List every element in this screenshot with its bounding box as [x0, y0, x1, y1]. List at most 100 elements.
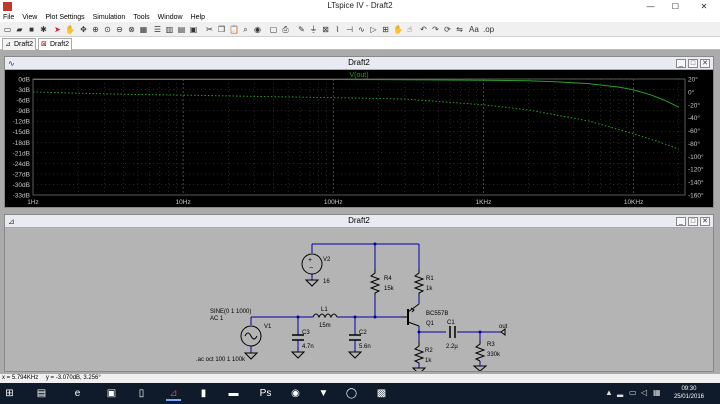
- zoom-out-icon[interactable]: ⊖: [115, 25, 124, 34]
- r1-label[interactable]: R1: [426, 276, 434, 282]
- wire-icon[interactable]: ✎: [297, 25, 306, 34]
- schematic-canvas[interactable]: + − SINE(0 1 1000) AC 1 V1 V2 16 L1 15m …: [5, 228, 713, 371]
- language-icon[interactable]: ▦: [653, 388, 661, 397]
- menu-help[interactable]: Help: [191, 13, 205, 22]
- c3-value-label[interactable]: 4.7n: [302, 344, 314, 350]
- pane-minimize-button[interactable]: _: [676, 59, 686, 68]
- cut-icon[interactable]: ✂: [205, 25, 214, 34]
- ground-icon[interactable]: ⏚: [309, 25, 318, 34]
- redo-icon[interactable]: ↷: [431, 25, 440, 34]
- document-icon[interactable]: ▯: [134, 386, 149, 401]
- foxit-icon[interactable]: ▼: [316, 386, 331, 401]
- copy-icon[interactable]: ❐: [217, 25, 226, 34]
- menu-window[interactable]: Window: [158, 13, 183, 22]
- r2-value-label[interactable]: 1k: [425, 358, 432, 364]
- explorer-icon[interactable]: ▬: [226, 386, 241, 401]
- file-explorer-icon[interactable]: ▤: [34, 386, 49, 401]
- tile-vertical-icon[interactable]: ▥: [165, 25, 174, 34]
- store-icon[interactable]: ▣: [104, 386, 119, 401]
- capacitor-icon[interactable]: ⊣: [345, 25, 354, 34]
- tile-horizontal-icon[interactable]: ☰: [153, 25, 162, 34]
- cascade-icon[interactable]: ▤: [177, 25, 186, 34]
- r4-value-label[interactable]: 15k: [384, 286, 395, 292]
- pane-maximize-button[interactable]: □: [688, 217, 698, 226]
- label-net-icon[interactable]: ⊠: [321, 25, 330, 34]
- v1-label[interactable]: V1: [264, 324, 272, 330]
- zoom-area-icon[interactable]: ⊙: [103, 25, 112, 34]
- drag-icon[interactable]: ☝: [405, 25, 414, 34]
- text-icon[interactable]: Aa: [469, 25, 479, 34]
- tab-schematic[interactable]: ⊿ Draft2: [2, 38, 36, 50]
- tab-waveform[interactable]: ⊠ Draft2: [38, 38, 72, 50]
- trace-label-vout[interactable]: V(out): [349, 72, 368, 79]
- resistor-icon[interactable]: ⌇: [333, 25, 342, 34]
- q1-label[interactable]: Q1: [426, 321, 435, 327]
- photoshop-icon[interactable]: Ps: [258, 386, 273, 401]
- zoom-in-icon[interactable]: ⊕: [91, 25, 100, 34]
- menu-simulation[interactable]: Simulation: [93, 13, 126, 22]
- out-label[interactable]: out: [499, 324, 508, 330]
- autorange-icon[interactable]: ▦: [139, 25, 148, 34]
- volume-icon[interactable]: ◁: [641, 388, 647, 397]
- q1-model-label[interactable]: BC557B: [426, 311, 448, 317]
- battery-icon[interactable]: ▭: [629, 388, 637, 397]
- save-icon[interactable]: ■: [27, 25, 36, 34]
- r4-label[interactable]: R4: [384, 276, 392, 282]
- pane-close-button[interactable]: ✕: [700, 59, 710, 68]
- c3-label[interactable]: C3: [302, 330, 310, 336]
- v2-value-label[interactable]: 16: [323, 279, 330, 285]
- menu-plot-settings[interactable]: Plot Settings: [45, 13, 84, 22]
- print-preview-icon[interactable]: ▢: [269, 25, 278, 34]
- undo-icon[interactable]: ↶: [419, 25, 428, 34]
- menu-tools[interactable]: Tools: [133, 13, 149, 22]
- halt-icon[interactable]: ✋: [65, 25, 75, 34]
- open-icon[interactable]: ▭: [3, 25, 12, 34]
- r2-label[interactable]: R2: [425, 348, 433, 354]
- c2-value-label[interactable]: 5.6n: [359, 344, 371, 350]
- l1-label[interactable]: L1: [321, 307, 328, 313]
- c1-label[interactable]: C1: [447, 320, 455, 326]
- v2-label[interactable]: V2: [323, 257, 331, 263]
- mirror-icon[interactable]: ⇋: [455, 25, 464, 34]
- diode-icon[interactable]: ▷: [369, 25, 378, 34]
- close-all-icon[interactable]: ▣: [189, 25, 198, 34]
- source-ac-label[interactable]: AC 1: [210, 316, 224, 322]
- spice-directive-icon[interactable]: .op: [483, 25, 494, 34]
- maximize-button[interactable]: ☐: [663, 0, 688, 13]
- ltspice-taskbar-icon[interactable]: ⊿: [166, 386, 181, 401]
- source-spec-label[interactable]: SINE(0 1 1000): [210, 309, 251, 315]
- r3-value-label[interactable]: 330k: [487, 352, 501, 358]
- menu-file[interactable]: File: [3, 13, 14, 22]
- pdf-icon[interactable]: ▮: [196, 386, 211, 401]
- pane-minimize-button[interactable]: _: [676, 217, 686, 226]
- binoculars-icon[interactable]: ◉: [253, 25, 262, 34]
- app-icon[interactable]: ▩: [374, 386, 389, 401]
- taskbar-clock[interactable]: 09:30 25/01/2016: [674, 385, 704, 401]
- r1-value-label[interactable]: 1k: [426, 286, 433, 292]
- c2-label[interactable]: C2: [359, 330, 367, 336]
- find-icon[interactable]: ⌕: [241, 25, 250, 34]
- minimize-button[interactable]: —: [638, 0, 663, 13]
- spice-directive[interactable]: .ac oct 100 1 100k: [196, 357, 246, 363]
- zoom-fit-icon[interactable]: ⊗: [127, 25, 136, 34]
- open-folder-icon[interactable]: ▰: [15, 25, 24, 34]
- c1-value-label[interactable]: 2.2µ: [446, 344, 458, 350]
- start-windows-icon[interactable]: ⊞: [2, 386, 17, 401]
- network-icon[interactable]: ▂: [617, 388, 623, 397]
- r3-label[interactable]: R3: [487, 342, 495, 348]
- l1-value-label[interactable]: 15m: [319, 323, 331, 329]
- rotate-icon[interactable]: ⟳: [443, 25, 452, 34]
- component-icon[interactable]: ⊞: [381, 25, 390, 34]
- print-icon[interactable]: ⎙: [281, 25, 290, 34]
- paste-icon[interactable]: 📋: [229, 25, 239, 34]
- settings-icon[interactable]: ✱: [39, 25, 48, 34]
- run-icon[interactable]: ➤: [53, 25, 62, 34]
- edge-icon[interactable]: e: [70, 386, 85, 401]
- menu-view[interactable]: View: [22, 13, 37, 22]
- close-button[interactable]: ✕: [688, 0, 720, 13]
- pane-maximize-button[interactable]: □: [688, 59, 698, 68]
- pane-close-button[interactable]: ✕: [700, 217, 710, 226]
- inductor-icon[interactable]: ∿: [357, 25, 366, 34]
- waveform-plot[interactable]: 0dB -3dB -6dB -9dB -12dB -15dB -18dB -21dB -24dB…: [5, 70, 713, 207]
- tray-arrow-icon[interactable]: ▲: [605, 388, 613, 397]
